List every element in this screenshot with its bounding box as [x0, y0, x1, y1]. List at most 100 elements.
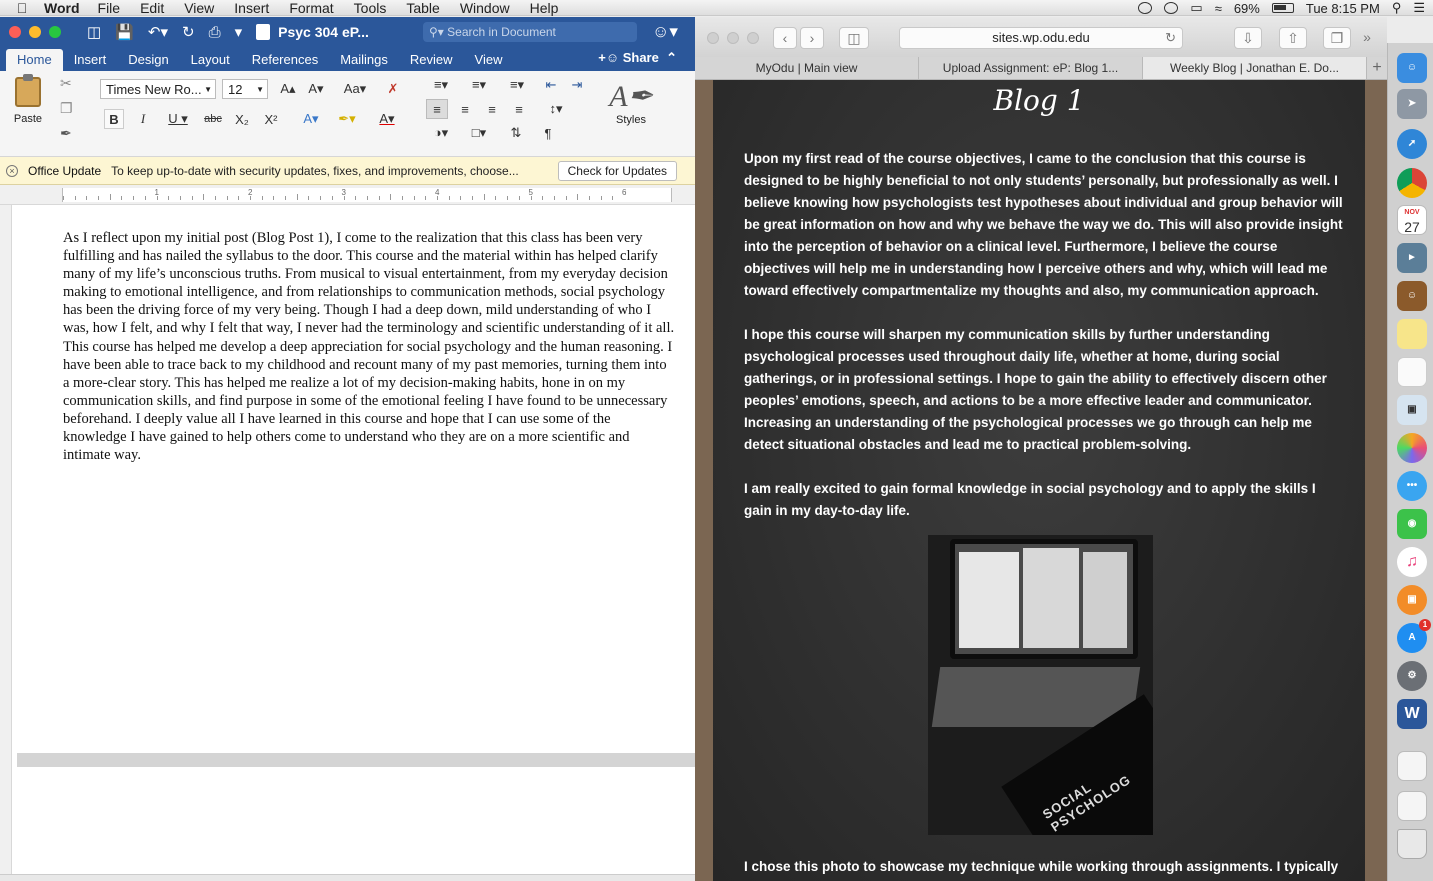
save-icon[interactable]: 💾 [115, 23, 134, 41]
clock[interactable]: Tue 8:15 PM [1306, 1, 1380, 16]
close-window-button[interactable] [9, 26, 21, 38]
messages-icon[interactable]: ••• [1397, 471, 1427, 501]
menu-format[interactable]: Format [289, 0, 333, 16]
increase-indent-icon[interactable]: ⇥ [566, 75, 588, 95]
share-icon[interactable]: ⇧ [1279, 27, 1307, 49]
more-icon[interactable]: » [1359, 27, 1375, 49]
check-for-updates-button[interactable]: Check for Updates [557, 161, 677, 181]
undo-icon[interactable]: ↶▾ [148, 23, 168, 41]
collapse-ribbon-icon[interactable]: ⌃ [666, 50, 677, 65]
photos-icon[interactable] [1397, 433, 1427, 463]
paste-button[interactable]: Paste [8, 74, 48, 125]
sync-icon[interactable] [1164, 2, 1179, 14]
image-capture-icon[interactable]: ▣ [1397, 395, 1427, 425]
document-page[interactable]: As I reflect upon my initial post (Blog … [17, 205, 695, 753]
subscript-button[interactable]: X₂ [231, 109, 253, 129]
menu-file[interactable]: File [98, 0, 121, 16]
zoom-window-button[interactable] [49, 26, 61, 38]
app-store-icon[interactable]: A1 [1397, 619, 1431, 653]
search-document-field[interactable]: ⚲▾ Search in Document [423, 22, 637, 42]
reminders-icon[interactable] [1397, 357, 1427, 387]
close-window-button[interactable] [707, 32, 719, 44]
feedback-smiley-icon[interactable]: ☺▾ [652, 22, 678, 42]
redo-icon[interactable]: ↻ [182, 23, 195, 41]
menu-insert[interactable]: Insert [234, 0, 269, 16]
underline-button[interactable]: U ▾ [162, 109, 194, 129]
multilevel-list-icon[interactable]: ≡▾ [502, 75, 532, 95]
zoom-window-button[interactable] [747, 32, 759, 44]
numbering-icon[interactable]: ≡▾ [462, 75, 496, 95]
italic-button[interactable]: I [133, 109, 153, 129]
document-body-text[interactable]: As I reflect upon my initial post (Blog … [63, 229, 676, 464]
battery-percent[interactable]: 69% [1234, 1, 1260, 16]
align-center-icon[interactable]: ≡ [454, 99, 476, 119]
copy-icon[interactable]: ❐ [60, 100, 73, 117]
tab-insert[interactable]: Insert [63, 49, 118, 71]
shading-icon[interactable]: ◑▾ [426, 123, 456, 143]
format-painter-icon[interactable]: ✒ [60, 125, 73, 142]
minimize-window-button[interactable] [727, 32, 739, 44]
menu-table[interactable]: Table [406, 0, 439, 16]
minimize-window-button[interactable] [29, 26, 41, 38]
change-case-icon[interactable]: Aa▾ [338, 79, 372, 99]
strikethrough-button[interactable]: abc [202, 109, 224, 129]
menu-edit[interactable]: Edit [140, 0, 164, 16]
cut-icon[interactable]: ✂ [60, 75, 73, 92]
highlight-icon[interactable]: ✒▾ [330, 109, 364, 129]
sidebar-icon[interactable]: ◫ [839, 27, 869, 49]
tab-home[interactable]: Home [6, 49, 63, 71]
forward-icon[interactable]: › [800, 27, 824, 49]
apple-menu-icon[interactable]:  [0, 0, 44, 16]
bullets-icon[interactable]: ≡▾ [426, 75, 456, 95]
menu-tools[interactable]: Tools [354, 0, 387, 16]
font-color-icon[interactable]: A▾ [370, 109, 404, 129]
font-name-select[interactable]: Times New Ro... ▼ [100, 79, 216, 99]
menu-window[interactable]: Window [460, 0, 510, 16]
tab-review[interactable]: Review [399, 49, 464, 71]
share-button[interactable]: +☺ Share ⌃ [598, 50, 677, 66]
decrease-indent-icon[interactable]: ⇤ [540, 75, 562, 95]
battery-icon[interactable] [1271, 3, 1294, 13]
facetime-icon[interactable]: ◉ [1397, 509, 1427, 539]
menu-view[interactable]: View [184, 0, 214, 16]
finder-icon[interactable]: ☺ [1397, 53, 1427, 83]
tab-myodu[interactable]: MyOdu | Main view [695, 57, 919, 79]
itunes-icon[interactable]: ♫ [1397, 547, 1427, 577]
line-spacing-icon[interactable]: ↕▾ [540, 99, 572, 119]
tab-mailings[interactable]: Mailings [329, 49, 399, 71]
spotlight-icon[interactable]: ⚲ [1392, 0, 1402, 16]
shrink-font-icon[interactable]: A▾ [304, 79, 328, 99]
grow-font-icon[interactable]: A▴ [276, 79, 300, 99]
notes-icon[interactable] [1397, 319, 1427, 349]
chrome-icon[interactable] [1397, 168, 1427, 198]
trash-icon[interactable] [1397, 829, 1427, 859]
tab-references[interactable]: References [241, 49, 329, 71]
tab-view[interactable]: View [464, 49, 514, 71]
align-right-icon[interactable]: ≡ [481, 99, 503, 119]
tabs-overview-icon[interactable]: ❐ [1323, 27, 1351, 49]
tab-design[interactable]: Design [117, 49, 179, 71]
contacts-icon[interactable]: ☺ [1397, 281, 1427, 311]
tab-layout[interactable]: Layout [180, 49, 241, 71]
document-page-2[interactable] [17, 767, 695, 881]
customize-toolbar-icon[interactable]: ▾ [235, 23, 243, 41]
address-bar[interactable]: sites.wp.odu.edu ↻ [899, 27, 1183, 49]
notification-center-icon[interactable]: ☰ [1413, 0, 1425, 16]
preview-icon[interactable]: ► [1397, 243, 1427, 273]
print-icon[interactable]: ⎙ [209, 24, 221, 41]
clear-formatting-icon[interactable]: ✗ [380, 79, 406, 99]
app-menu[interactable]: Word [44, 0, 80, 16]
word-icon[interactable]: W [1397, 699, 1427, 729]
tab-weekly-blog[interactable]: Weekly Blog | Jonathan E. Do... [1143, 57, 1367, 79]
horizontal-ruler[interactable]: 1 2 3 4 5 6 [0, 185, 695, 205]
borders-icon[interactable]: □▾ [462, 123, 496, 143]
sort-icon[interactable]: ⇅ [504, 123, 528, 143]
reload-icon[interactable]: ↻ [1165, 28, 1176, 48]
calendar-icon[interactable]: NOV 27 [1397, 205, 1427, 235]
font-size-select[interactable]: 12 ▼ [222, 79, 268, 99]
justify-icon[interactable]: ≡ [508, 99, 530, 119]
menu-help[interactable]: Help [530, 0, 559, 16]
downloads-stack-icon[interactable] [1397, 791, 1427, 821]
airplay-icon[interactable]: ▭ [1190, 0, 1202, 16]
bold-button[interactable]: B [104, 109, 124, 129]
